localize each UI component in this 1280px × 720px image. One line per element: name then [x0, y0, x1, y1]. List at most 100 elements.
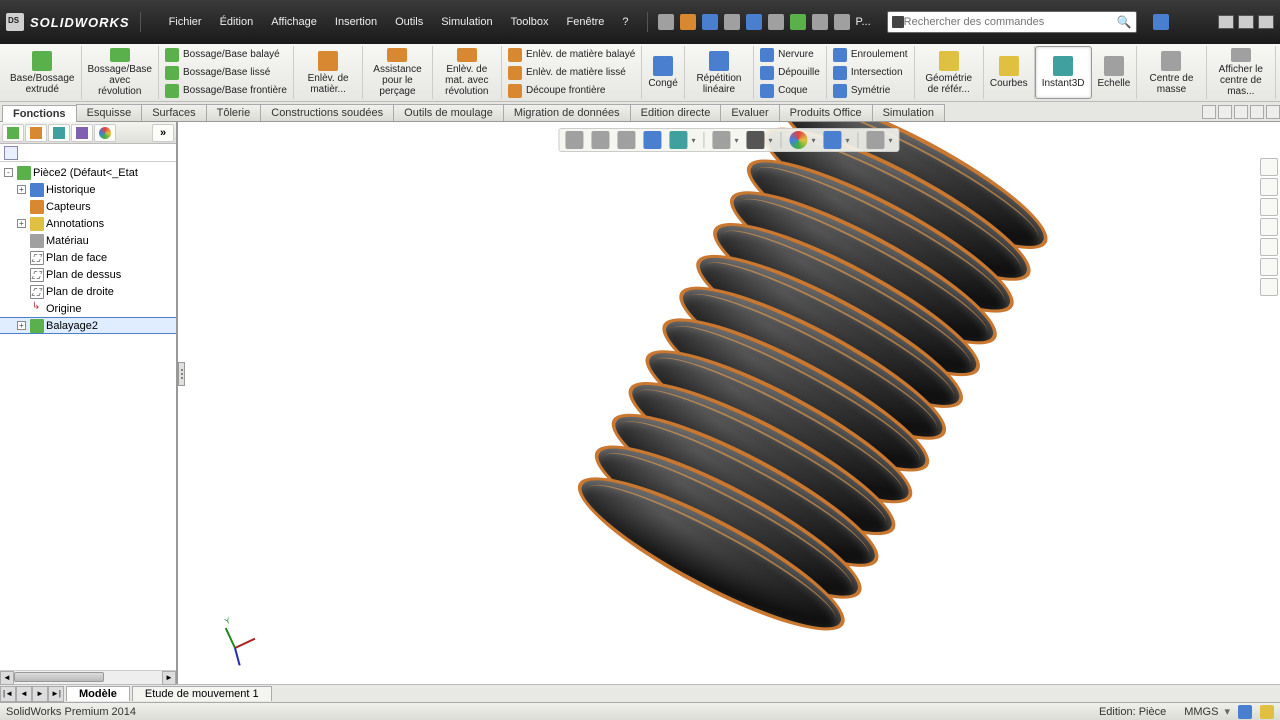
save-icon[interactable]	[702, 14, 718, 30]
menu-toolbox[interactable]: Toolbox	[503, 13, 557, 31]
boundary-boss-button[interactable]: Bossage/Base frontière	[165, 84, 287, 98]
tab-nav-last[interactable]: ►|	[48, 686, 64, 702]
tab-nav-next[interactable]: ►	[32, 686, 48, 702]
taskpane-explorer-icon[interactable]	[1260, 198, 1278, 216]
close-button[interactable]	[1258, 15, 1274, 29]
menu-file[interactable]: Fichier	[161, 13, 210, 31]
tab-esquisse[interactable]: Esquisse	[76, 104, 143, 121]
taskpane-view-icon[interactable]	[1260, 218, 1278, 236]
print-icon[interactable]	[724, 14, 740, 30]
display-style-icon[interactable]	[712, 131, 730, 149]
tab-evaluate[interactable]: Evaluer	[720, 104, 779, 121]
taskpane-appearance-icon[interactable]	[1260, 238, 1278, 256]
tree-node[interactable]: -Pièce2 (Défaut<_Etat	[0, 164, 176, 181]
tab-nav-first[interactable]: |◄	[0, 686, 16, 702]
orientation-triad[interactable]	[216, 614, 256, 654]
scale-button[interactable]: Echelle	[1092, 46, 1138, 99]
tree-node[interactable]: Capteurs	[0, 198, 176, 215]
bottom-tab-motion[interactable]: Etude de mouvement 1	[132, 686, 272, 701]
tree-node[interactable]: Plan de face	[0, 249, 176, 266]
tab-surfaces[interactable]: Surfaces	[141, 104, 206, 121]
new-icon[interactable]	[658, 14, 674, 30]
units-drop-icon[interactable]: ▾	[1224, 705, 1230, 718]
fm-tab-more[interactable]: »	[152, 124, 174, 142]
menu-help[interactable]: ?	[614, 13, 636, 31]
swept-cut-button[interactable]: Enlèv. de matière balayé	[508, 48, 635, 62]
options-icon[interactable]	[812, 14, 828, 30]
tree-node[interactable]: +Balayage2	[0, 317, 176, 334]
tab-fonctions[interactable]: Fonctions	[2, 105, 77, 122]
doc-close-icon[interactable]	[1266, 105, 1280, 119]
tree-node[interactable]: +Annotations	[0, 215, 176, 232]
intersect-button[interactable]: Intersection	[833, 66, 908, 80]
feature-tree[interactable]: -Pièce2 (Défaut<_Etat+HistoriqueCapteurs…	[0, 162, 176, 670]
hide-show-icon[interactable]	[746, 131, 764, 149]
screen-icon[interactable]	[834, 14, 850, 30]
tree-node[interactable]: Matériau	[0, 232, 176, 249]
instant3d-button[interactable]: Instant3D	[1035, 46, 1092, 99]
command-search[interactable]: 🔍	[887, 11, 1137, 33]
tree-node[interactable]: Origine	[0, 300, 176, 317]
draft-button[interactable]: Dépouille	[760, 66, 820, 80]
doc-expand-icon[interactable]	[1202, 105, 1216, 119]
tab-migration[interactable]: Migration de données	[503, 104, 631, 121]
rib-button[interactable]: Nervure	[760, 48, 820, 62]
menu-tools[interactable]: Outils	[387, 13, 431, 31]
menu-view[interactable]: Affichage	[263, 13, 325, 31]
view-settings-icon[interactable]	[867, 131, 885, 149]
hole-wizard-button[interactable]: Assistance pour le perçage	[363, 46, 432, 99]
lofted-boss-button[interactable]: Bossage/Base lissé	[165, 66, 287, 80]
graphics-viewport[interactable]: ▾ ▾ ▾ ▾ ▾ ▾	[178, 122, 1280, 684]
doc-tile-icon[interactable]	[1218, 105, 1232, 119]
scroll-right-icon[interactable]: ►	[162, 671, 176, 685]
shell-button[interactable]: Coque	[760, 84, 820, 98]
taskpane-forum-icon[interactable]	[1260, 278, 1278, 296]
tab-direct-edit[interactable]: Edition directe	[630, 104, 722, 121]
section-view-icon[interactable]	[643, 131, 661, 149]
fm-tab-dim[interactable]	[71, 124, 93, 142]
extruded-cut-button[interactable]: Enlèv. de matièr...	[294, 46, 363, 99]
tree-hscroll[interactable]: ◄ ►	[0, 670, 176, 684]
fm-tab-display[interactable]	[94, 124, 116, 142]
help-icon[interactable]	[1153, 14, 1169, 30]
doc-restore-icon[interactable]	[1250, 105, 1264, 119]
open-icon[interactable]	[680, 14, 696, 30]
scroll-left-icon[interactable]: ◄	[0, 671, 14, 685]
ref-geometry-button[interactable]: Géométrie de référ...	[915, 46, 984, 99]
minimize-button[interactable]	[1218, 15, 1234, 29]
fm-tab-tree[interactable]	[2, 124, 24, 142]
view-orient-icon[interactable]	[669, 131, 687, 149]
expand-icon[interactable]: +	[17, 185, 26, 194]
swept-boss-button[interactable]: Bossage/Base balayé	[165, 48, 287, 62]
search-icon[interactable]: 🔍	[1117, 15, 1132, 29]
maximize-button[interactable]	[1238, 15, 1254, 29]
menu-edit[interactable]: Édition	[212, 13, 262, 31]
fm-tab-config[interactable]	[48, 124, 70, 142]
menu-window[interactable]: Fenêtre	[559, 13, 613, 31]
center-of-mass-button[interactable]: Centre de masse	[1137, 46, 1206, 99]
tab-office[interactable]: Produits Office	[779, 104, 873, 121]
qat-overflow[interactable]: P...	[856, 16, 871, 28]
appearance-icon[interactable]	[790, 131, 808, 149]
mirror-button[interactable]: Symétrie	[833, 84, 908, 98]
expand-icon[interactable]: -	[4, 168, 13, 177]
expand-icon[interactable]: +	[17, 219, 26, 228]
tree-node[interactable]: Plan de dessus	[0, 266, 176, 283]
expand-icon[interactable]: +	[17, 321, 26, 330]
fm-tab-property[interactable]	[25, 124, 47, 142]
status-units[interactable]: MMGS	[1184, 706, 1218, 718]
taskpane-library-icon[interactable]	[1260, 178, 1278, 196]
revolved-cut-button[interactable]: Enlèv. de mat. avec révolution	[433, 46, 502, 99]
show-com-button[interactable]: Afficher le centre de mas...	[1207, 46, 1276, 99]
command-search-input[interactable]	[904, 16, 1117, 28]
revolved-boss-button[interactable]: Bossage/Base avec révolution	[82, 46, 160, 99]
extruded-boss-button[interactable]: Base/Bossage extrudé	[4, 46, 82, 99]
filter-icon[interactable]	[4, 146, 18, 160]
boundary-cut-button[interactable]: Découpe frontière	[508, 84, 635, 98]
doc-minimize-icon[interactable]	[1234, 105, 1248, 119]
fillet-button[interactable]: Congé	[642, 46, 684, 99]
tab-simulation[interactable]: Simulation	[872, 104, 945, 121]
curves-button[interactable]: Courbes	[984, 46, 1035, 99]
tab-tolerie[interactable]: Tôlerie	[206, 104, 262, 121]
lofted-cut-button[interactable]: Enlèv. de matière lissé	[508, 66, 635, 80]
